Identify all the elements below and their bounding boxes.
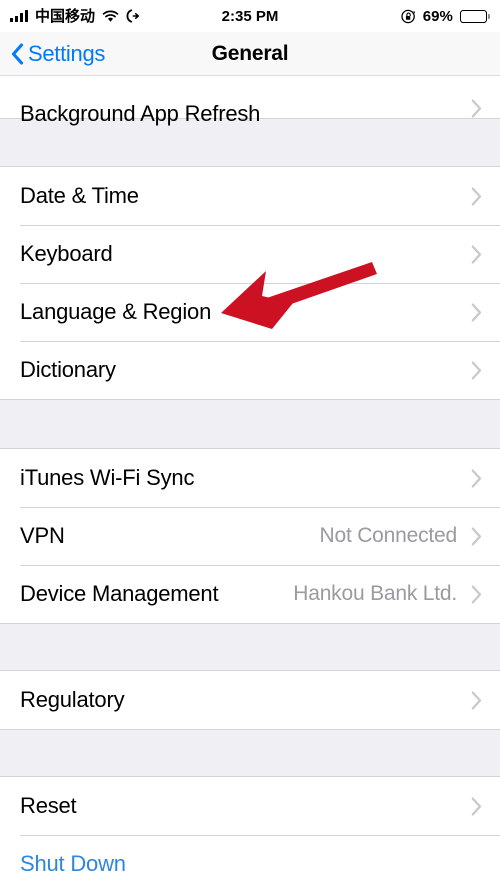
section-gap-4 (0, 729, 500, 777)
row-regulatory[interactable]: Regulatory (0, 671, 500, 729)
row-value: Not Connected (320, 524, 458, 548)
row-label: Device Management (20, 581, 218, 607)
chevron-right-icon (471, 99, 482, 118)
row-accessory (471, 691, 482, 710)
chevron-right-icon (471, 797, 482, 816)
battery-percent-label: 69% (423, 9, 453, 24)
page-title: General (0, 32, 500, 76)
row-itunes-wifi-sync[interactable]: iTunes Wi-Fi Sync (0, 449, 500, 507)
row-label: Keyboard (20, 241, 113, 267)
signal-bars-icon (10, 10, 28, 22)
chevron-right-icon (471, 527, 482, 546)
chevron-right-icon (471, 187, 482, 206)
row-label: Shut Down (20, 851, 126, 877)
chevron-right-icon (471, 245, 482, 264)
status-bar-right: 69% (401, 0, 490, 32)
settings-list[interactable]: Background App Refresh Date & Time (0, 76, 500, 889)
section-gap-2 (0, 399, 500, 449)
row-accessory (471, 469, 482, 488)
section-partial: Background App Refresh (0, 76, 500, 118)
row-date-and-time[interactable]: Date & Time (0, 167, 500, 225)
row-value: Hankou Bank Ltd. (293, 582, 457, 606)
row-accessory (471, 797, 482, 816)
chevron-right-icon (471, 691, 482, 710)
row-accessory (471, 303, 482, 322)
row-accessory (471, 187, 482, 206)
row-label: VPN (20, 523, 65, 549)
status-bar-left: 中国移动 (10, 0, 139, 32)
wifi-icon (102, 10, 119, 23)
section-regulatory: Regulatory (0, 671, 500, 729)
row-accessory: Not Connected (320, 524, 483, 548)
row-label: Regulatory (20, 687, 124, 713)
row-label: Reset (20, 793, 76, 819)
row-label: Date & Time (20, 183, 139, 209)
battery-icon (460, 10, 490, 23)
row-accessory (471, 245, 482, 264)
row-label: Language & Region (20, 299, 211, 325)
chevron-right-icon (471, 303, 482, 322)
row-dictionary[interactable]: Dictionary (0, 341, 500, 399)
row-device-management[interactable]: Device Management Hankou Bank Ltd. (0, 565, 500, 623)
row-shut-down[interactable]: Shut Down (0, 835, 500, 889)
row-accessory (471, 99, 482, 118)
section-locale: Date & Time Keyboard Language & Region (0, 167, 500, 399)
row-background-app-refresh[interactable]: Background App Refresh (0, 76, 500, 118)
row-vpn[interactable]: VPN Not Connected (0, 507, 500, 565)
chevron-right-icon (471, 585, 482, 604)
navigation-bar: Settings General (0, 32, 500, 76)
carrier-label: 中国移动 (35, 9, 95, 24)
status-bar: 中国移动 2:35 PM 69% (0, 0, 500, 32)
chevron-right-icon (471, 361, 482, 380)
row-label: Dictionary (20, 357, 116, 383)
rotation-lock-icon (401, 9, 416, 24)
section-gap-3 (0, 623, 500, 671)
section-connectivity: iTunes Wi-Fi Sync VPN Not Connected Devi (0, 449, 500, 623)
row-reset[interactable]: Reset (0, 777, 500, 835)
row-accessory (471, 855, 482, 874)
row-accessory (471, 361, 482, 380)
row-language-and-region[interactable]: Language & Region (0, 283, 500, 341)
row-label: iTunes Wi-Fi Sync (20, 465, 194, 491)
row-accessory: Hankou Bank Ltd. (293, 582, 482, 606)
section-reset: Reset Shut Down (0, 777, 500, 889)
chevron-right-icon (471, 469, 482, 488)
clock-label: 2:35 PM (222, 9, 279, 24)
location-arrow-icon (126, 9, 139, 23)
row-keyboard[interactable]: Keyboard (0, 225, 500, 283)
iphone-screen: 中国移动 2:35 PM 69% (0, 0, 500, 889)
row-label: Background App Refresh (20, 101, 260, 127)
